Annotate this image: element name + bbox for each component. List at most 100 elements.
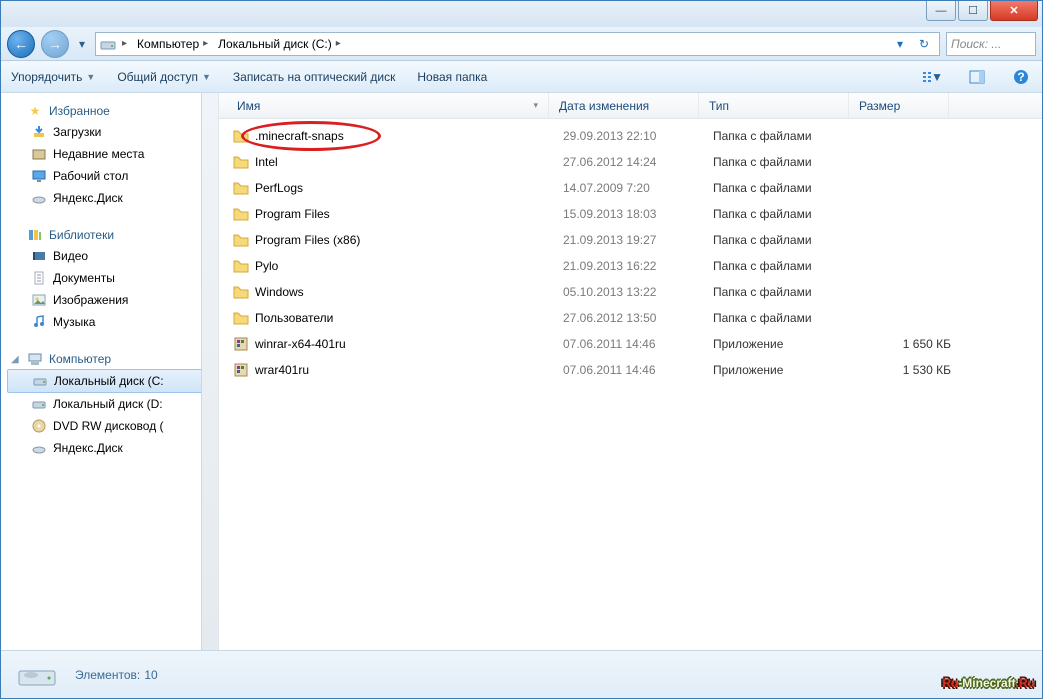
breadcrumb-drive-c[interactable]: Локальный диск (C:) ▸	[214, 36, 345, 52]
breadcrumb-arrow[interactable]: ▸	[118, 37, 131, 50]
pictures-icon	[31, 292, 47, 308]
file-type: Папка с файлами	[713, 207, 863, 221]
file-name: Pylo	[255, 259, 278, 273]
forward-button[interactable]: →	[41, 30, 69, 58]
star-icon: ★	[27, 103, 43, 119]
navigation-pane: ★Избранное Загрузки Недавние места Рабоч…	[1, 93, 219, 650]
address-bar[interactable]: ▸ Компьютер ▸ Локальный диск (C:) ▸ ▾ ↻	[95, 32, 940, 56]
libraries-group[interactable]: Библиотеки	[7, 225, 218, 245]
computer-icon	[27, 351, 43, 367]
drive-icon	[100, 36, 116, 52]
watermark: Ru-Minecraft.Ru	[942, 667, 1035, 693]
address-dropdown[interactable]: ▾	[889, 33, 911, 55]
file-type: Папка с файлами	[713, 285, 863, 299]
close-button[interactable]: ✕	[990, 1, 1038, 21]
folder-icon	[233, 128, 249, 144]
titlebar: — ☐ ✕	[1, 1, 1042, 27]
file-name: PerfLogs	[255, 181, 303, 195]
file-name: winrar-x64-401ru	[255, 337, 346, 351]
file-date: 15.09.2013 18:03	[563, 207, 713, 221]
file-row[interactable]: Program Files 15.09.2013 18:03Папка с фай…	[219, 201, 1042, 227]
sidebar-item-documents[interactable]: Документы	[7, 267, 218, 289]
file-name: Windows	[255, 285, 304, 299]
sidebar-item-recent[interactable]: Недавние места	[7, 143, 218, 165]
sidebar-item-drive-d[interactable]: Локальный диск (D:	[7, 393, 218, 415]
file-type: Приложение	[713, 363, 863, 377]
file-row[interactable]: wrar401ru07.06.2011 14:46Приложение1 530…	[219, 357, 1042, 383]
organize-button[interactable]: Упорядочить▼	[11, 70, 95, 84]
maximize-button[interactable]: ☐	[958, 1, 988, 21]
file-row[interactable]: .minecraft-snaps29.09.2013 22:10Папка с …	[219, 123, 1042, 149]
file-type: Приложение	[713, 337, 863, 351]
file-name: Program Files	[255, 207, 330, 221]
file-date: 14.07.2009 7:20	[563, 181, 713, 195]
folder-icon	[233, 180, 249, 196]
column-date[interactable]: Дата изменения	[549, 93, 699, 118]
folder-icon	[233, 284, 249, 300]
folder-icon	[233, 206, 249, 222]
libraries-icon	[27, 227, 43, 243]
refresh-button[interactable]: ↻	[913, 33, 935, 55]
folder-icon	[233, 232, 249, 248]
yandex-disk-icon	[31, 190, 47, 206]
sidebar-item-drive-c[interactable]: Локальный диск (C:	[7, 369, 218, 393]
status-text: Элементов: 10	[75, 666, 158, 683]
sidebar-item-music[interactable]: Музыка	[7, 311, 218, 333]
file-date: 07.06.2011 14:46	[563, 337, 713, 351]
column-headers: Имя▾ Дата изменения Тип Размер	[219, 93, 1042, 119]
computer-group[interactable]: ◢Компьютер	[7, 349, 218, 369]
file-row[interactable]: Пользователи 27.06.2012 13:50Папка с файл…	[219, 305, 1042, 331]
file-date: 27.06.2012 13:50	[563, 311, 713, 325]
file-row[interactable]: Program Files (x86)21.09.2013 19:27Папка…	[219, 227, 1042, 253]
recent-icon	[31, 146, 47, 162]
file-type: Папка с файлами	[713, 181, 863, 195]
sidebar-item-dvd[interactable]: DVD RW дисковод (	[7, 415, 218, 437]
column-type[interactable]: Тип	[699, 93, 849, 118]
file-date: 05.10.2013 13:22	[563, 285, 713, 299]
view-mode-button[interactable]: ▼	[922, 67, 944, 87]
column-name[interactable]: Имя▾	[219, 93, 549, 118]
sidebar-item-desktop[interactable]: Рабочий стол	[7, 165, 218, 187]
help-button[interactable]: ?	[1010, 67, 1032, 87]
file-type: Папка с файлами	[713, 155, 863, 169]
file-date: 27.06.2012 14:24	[563, 155, 713, 169]
file-size: 1 530 КБ	[863, 363, 963, 377]
sidebar-item-yandex-disk-2[interactable]: Яндекс.Диск	[7, 437, 218, 459]
file-name: Пользователи	[255, 311, 333, 325]
file-list: .minecraft-snaps29.09.2013 22:10Папка с …	[219, 119, 1042, 650]
drive-icon	[31, 396, 47, 412]
sidebar-item-pictures[interactable]: Изображения	[7, 289, 218, 311]
back-button[interactable]: ←	[7, 30, 35, 58]
file-row[interactable]: Pylo21.09.2013 16:22Папка с файлами	[219, 253, 1042, 279]
file-date: 29.09.2013 22:10	[563, 129, 713, 143]
file-name: .minecraft-snaps	[255, 129, 344, 143]
file-size: 1 650 КБ	[863, 337, 963, 351]
burn-button[interactable]: Записать на оптический диск	[233, 70, 396, 84]
desktop-icon	[31, 168, 47, 184]
documents-icon	[31, 270, 47, 286]
file-date: 21.09.2013 16:22	[563, 259, 713, 273]
sidebar-item-downloads[interactable]: Загрузки	[7, 121, 218, 143]
file-row[interactable]: Windows 05.10.2013 13:22Папка с файлами	[219, 279, 1042, 305]
share-button[interactable]: Общий доступ▼	[117, 70, 211, 84]
file-type: Папка с файлами	[713, 311, 863, 325]
search-input[interactable]: Поиск: ...	[946, 32, 1036, 56]
minimize-button[interactable]: —	[926, 1, 956, 21]
breadcrumb-computer[interactable]: Компьютер ▸	[133, 36, 212, 52]
new-folder-button[interactable]: Новая папка	[417, 70, 487, 84]
favorites-group[interactable]: ★Избранное	[7, 101, 218, 121]
history-dropdown[interactable]: ▾	[75, 32, 89, 56]
file-type: Папка с файлами	[713, 233, 863, 247]
sidebar-item-yandex-disk[interactable]: Яндекс.Диск	[7, 187, 218, 209]
status-bar: Элементов: 10	[1, 650, 1042, 698]
exe-icon	[233, 336, 249, 352]
sidebar-item-video[interactable]: Видео	[7, 245, 218, 267]
music-icon	[31, 314, 47, 330]
file-row[interactable]: winrar-x64-401ru 07.06.2011 14:46Приложен…	[219, 331, 1042, 357]
file-date: 07.06.2011 14:46	[563, 363, 713, 377]
preview-pane-button[interactable]	[966, 67, 988, 87]
folder-icon	[233, 310, 249, 326]
column-size[interactable]: Размер	[849, 93, 949, 118]
file-row[interactable]: PerfLogs 14.07.2009 7:20Папка с файлами	[219, 175, 1042, 201]
file-row[interactable]: Intel27.06.2012 14:24Папка с файлами	[219, 149, 1042, 175]
